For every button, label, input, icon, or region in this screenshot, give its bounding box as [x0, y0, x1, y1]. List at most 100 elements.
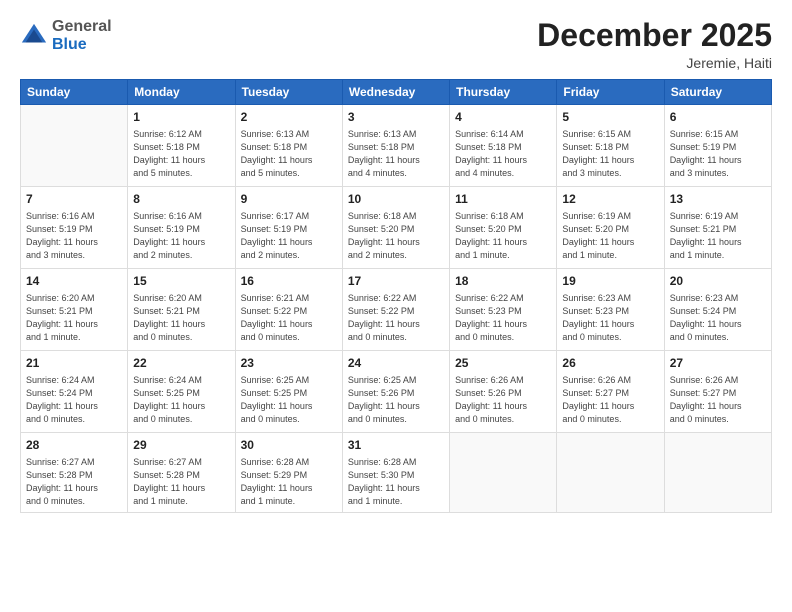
title-block: December 2025 Jeremie, Haiti — [537, 18, 772, 71]
day-info: Sunrise: 6:26 AM Sunset: 5:26 PM Dayligh… — [455, 374, 551, 426]
calendar-cell: 23 Sunrise: 6:25 AM Sunset: 5:25 PM Dayli… — [235, 351, 342, 433]
month-title: December 2025 — [537, 18, 772, 53]
day-info: Sunrise: 6:25 AM Sunset: 5:26 PM Dayligh… — [348, 374, 444, 426]
day-number: 25 — [455, 355, 551, 372]
calendar-dow-thursday: Thursday — [450, 80, 557, 105]
day-info: Sunrise: 6:24 AM Sunset: 5:25 PM Dayligh… — [133, 374, 229, 426]
day-info: Sunrise: 6:23 AM Sunset: 5:24 PM Dayligh… — [670, 292, 766, 344]
day-info: Sunrise: 6:19 AM Sunset: 5:20 PM Dayligh… — [562, 210, 658, 262]
day-number: 15 — [133, 273, 229, 290]
day-number: 9 — [241, 191, 337, 208]
day-info: Sunrise: 6:28 AM Sunset: 5:29 PM Dayligh… — [241, 456, 337, 508]
logo-general-text: General — [52, 18, 112, 36]
calendar-cell: 28 Sunrise: 6:27 AM Sunset: 5:28 PM Dayli… — [21, 433, 128, 513]
day-info: Sunrise: 6:13 AM Sunset: 5:18 PM Dayligh… — [241, 128, 337, 180]
calendar-cell: 11 Sunrise: 6:18 AM Sunset: 5:20 PM Dayli… — [450, 187, 557, 269]
day-number: 26 — [562, 355, 658, 372]
calendar-header-row: SundayMondayTuesdayWednesdayThursdayFrid… — [21, 80, 772, 105]
calendar-cell: 29Sunrise: 6:27 AM Sunset: 5:28 PM Dayli… — [128, 433, 235, 513]
calendar-cell: 14 Sunrise: 6:20 AM Sunset: 5:21 PM Dayli… — [21, 269, 128, 351]
day-number: 11 — [455, 191, 551, 208]
day-number: 19 — [562, 273, 658, 290]
day-number: 14 — [26, 273, 122, 290]
day-number: 30 — [241, 437, 337, 454]
calendar-dow-wednesday: Wednesday — [342, 80, 449, 105]
calendar-cell: 26 Sunrise: 6:26 AM Sunset: 5:27 PM Dayli… — [557, 351, 664, 433]
day-info: Sunrise: 6:15 AM Sunset: 5:19 PM Dayligh… — [670, 128, 766, 180]
day-number: 31 — [348, 437, 444, 454]
calendar-cell: 9 Sunrise: 6:17 AM Sunset: 5:19 PM Daylig… — [235, 187, 342, 269]
day-number: 8 — [133, 191, 229, 208]
calendar-cell: 17Sunrise: 6:22 AM Sunset: 5:22 PM Dayli… — [342, 269, 449, 351]
day-info: Sunrise: 6:16 AM Sunset: 5:19 PM Dayligh… — [26, 210, 122, 262]
day-info: Sunrise: 6:21 AM Sunset: 5:22 PM Dayligh… — [241, 292, 337, 344]
calendar-cell: 18 Sunrise: 6:22 AM Sunset: 5:23 PM Dayli… — [450, 269, 557, 351]
day-info: Sunrise: 6:17 AM Sunset: 5:19 PM Dayligh… — [241, 210, 337, 262]
day-info: Sunrise: 6:27 AM Sunset: 5:28 PM Dayligh… — [133, 456, 229, 508]
day-number: 22 — [133, 355, 229, 372]
calendar-cell: 15 Sunrise: 6:20 AM Sunset: 5:21 PM Dayli… — [128, 269, 235, 351]
calendar-cell: 3Sunrise: 6:13 AM Sunset: 5:18 PM Daylig… — [342, 105, 449, 187]
location: Jeremie, Haiti — [537, 55, 772, 71]
calendar-cell: 12 Sunrise: 6:19 AM Sunset: 5:20 PM Dayli… — [557, 187, 664, 269]
day-number: 23 — [241, 355, 337, 372]
day-number: 3 — [348, 109, 444, 126]
calendar-cell — [664, 433, 771, 513]
calendar-cell: 2Sunrise: 6:13 AM Sunset: 5:18 PM Daylig… — [235, 105, 342, 187]
day-number: 7 — [26, 191, 122, 208]
day-number: 24 — [348, 355, 444, 372]
calendar-cell: 19 Sunrise: 6:23 AM Sunset: 5:23 PM Dayli… — [557, 269, 664, 351]
calendar-week-4: 21Sunrise: 6:24 AM Sunset: 5:24 PM Dayli… — [21, 351, 772, 433]
calendar-cell: 5Sunrise: 6:15 AM Sunset: 5:18 PM Daylig… — [557, 105, 664, 187]
calendar-cell: 25 Sunrise: 6:26 AM Sunset: 5:26 PM Dayli… — [450, 351, 557, 433]
day-number: 20 — [670, 273, 766, 290]
day-info: Sunrise: 6:23 AM Sunset: 5:23 PM Dayligh… — [562, 292, 658, 344]
calendar-week-3: 14 Sunrise: 6:20 AM Sunset: 5:21 PM Dayli… — [21, 269, 772, 351]
page: General Blue December 2025 Jeremie, Hait… — [0, 0, 792, 612]
calendar-cell: 6 Sunrise: 6:15 AM Sunset: 5:19 PM Daylig… — [664, 105, 771, 187]
calendar-cell: 30 Sunrise: 6:28 AM Sunset: 5:29 PM Dayli… — [235, 433, 342, 513]
day-number: 18 — [455, 273, 551, 290]
day-number: 6 — [670, 109, 766, 126]
day-number: 4 — [455, 109, 551, 126]
day-number: 1 — [133, 109, 229, 126]
calendar-cell: 31Sunrise: 6:28 AM Sunset: 5:30 PM Dayli… — [342, 433, 449, 513]
day-number: 13 — [670, 191, 766, 208]
calendar-week-5: 28 Sunrise: 6:27 AM Sunset: 5:28 PM Dayli… — [21, 433, 772, 513]
day-info: Sunrise: 6:22 AM Sunset: 5:23 PM Dayligh… — [455, 292, 551, 344]
calendar-dow-monday: Monday — [128, 80, 235, 105]
logo-icon — [20, 22, 48, 50]
day-info: Sunrise: 6:18 AM Sunset: 5:20 PM Dayligh… — [455, 210, 551, 262]
day-info: Sunrise: 6:20 AM Sunset: 5:21 PM Dayligh… — [133, 292, 229, 344]
logo-text: General Blue — [52, 18, 112, 53]
day-info: Sunrise: 6:25 AM Sunset: 5:25 PM Dayligh… — [241, 374, 337, 426]
calendar-cell — [450, 433, 557, 513]
day-info: Sunrise: 6:19 AM Sunset: 5:21 PM Dayligh… — [670, 210, 766, 262]
day-info: Sunrise: 6:16 AM Sunset: 5:19 PM Dayligh… — [133, 210, 229, 262]
day-info: Sunrise: 6:24 AM Sunset: 5:24 PM Dayligh… — [26, 374, 122, 426]
day-number: 16 — [241, 273, 337, 290]
calendar-dow-saturday: Saturday — [664, 80, 771, 105]
calendar-cell: 21Sunrise: 6:24 AM Sunset: 5:24 PM Dayli… — [21, 351, 128, 433]
day-info: Sunrise: 6:20 AM Sunset: 5:21 PM Dayligh… — [26, 292, 122, 344]
day-info: Sunrise: 6:22 AM Sunset: 5:22 PM Dayligh… — [348, 292, 444, 344]
day-number: 10 — [348, 191, 444, 208]
calendar-dow-friday: Friday — [557, 80, 664, 105]
day-info: Sunrise: 6:27 AM Sunset: 5:28 PM Dayligh… — [26, 456, 122, 508]
day-info: Sunrise: 6:18 AM Sunset: 5:20 PM Dayligh… — [348, 210, 444, 262]
logo-blue-text: Blue — [52, 36, 112, 54]
calendar-cell: 16 Sunrise: 6:21 AM Sunset: 5:22 PM Dayli… — [235, 269, 342, 351]
calendar-cell: 24 Sunrise: 6:25 AM Sunset: 5:26 PM Dayli… — [342, 351, 449, 433]
calendar-dow-sunday: Sunday — [21, 80, 128, 105]
day-number: 12 — [562, 191, 658, 208]
calendar-cell: 1 Sunrise: 6:12 AM Sunset: 5:18 PM Daylig… — [128, 105, 235, 187]
calendar-cell — [557, 433, 664, 513]
calendar-cell: 8 Sunrise: 6:16 AM Sunset: 5:19 PM Daylig… — [128, 187, 235, 269]
day-number: 28 — [26, 437, 122, 454]
day-info: Sunrise: 6:26 AM Sunset: 5:27 PM Dayligh… — [670, 374, 766, 426]
calendar-cell: 20 Sunrise: 6:23 AM Sunset: 5:24 PM Dayli… — [664, 269, 771, 351]
calendar-cell: 27Sunrise: 6:26 AM Sunset: 5:27 PM Dayli… — [664, 351, 771, 433]
day-info: Sunrise: 6:26 AM Sunset: 5:27 PM Dayligh… — [562, 374, 658, 426]
day-info: Sunrise: 6:12 AM Sunset: 5:18 PM Dayligh… — [133, 128, 229, 180]
logo: General Blue — [20, 18, 112, 53]
